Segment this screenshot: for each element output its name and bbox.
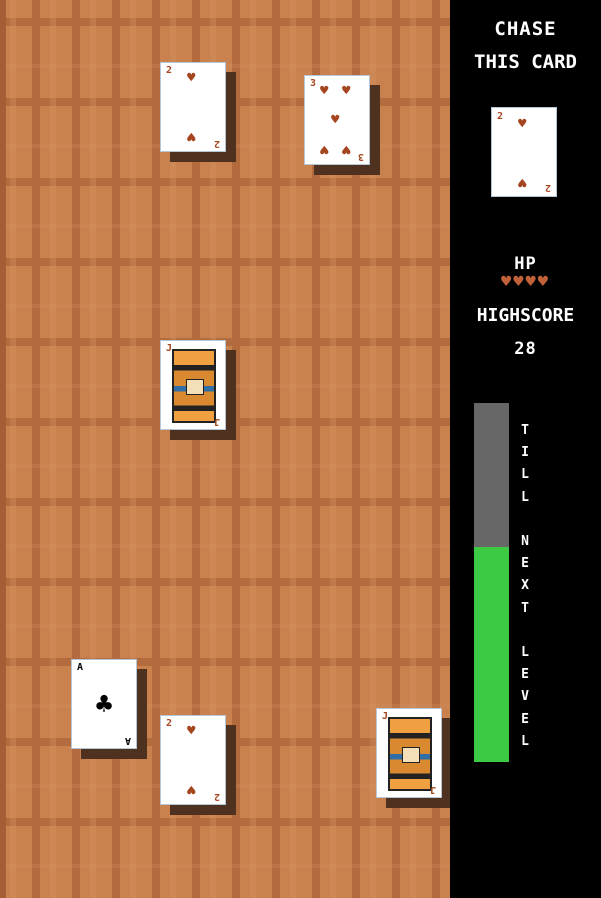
side-panel: CHASE THIS CARD 2 ♥ ♥ 2 HP ♥♥♥♥ HIGHSCOR… xyxy=(450,0,601,898)
level-label-letter: T xyxy=(521,600,529,616)
card-face: 3 ♥ ♥ ♥ ♥ ♥ 3 xyxy=(304,75,370,165)
card-rank: 2 xyxy=(166,718,173,729)
hp-heart-icon: ♥ xyxy=(501,272,514,292)
level-label-letter: X xyxy=(521,578,529,594)
playing-card-3-hearts[interactable]: 3 ♥ ♥ ♥ ♥ ♥ 3 xyxy=(304,75,370,165)
level-progress-bar xyxy=(474,403,509,762)
game-screen: 2 ♥ ♥ 2 3 ♥ ♥ ♥ ♥ ♥ 3 J J A ♣ A 2 ♥ ♥ 2 … xyxy=(0,0,601,898)
level-label-letter: I xyxy=(521,445,529,461)
heart-icon: ♥ xyxy=(518,174,527,190)
heart-icon: ♥ xyxy=(518,116,527,132)
level-label-letter: L xyxy=(521,467,529,483)
card-rank: 2 xyxy=(544,182,551,193)
card-face: J J xyxy=(376,708,442,798)
level-label-letter: L xyxy=(521,645,529,661)
level-label-letter: E xyxy=(521,556,529,572)
playing-card-jack[interactable]: J J xyxy=(376,708,442,798)
card-rank: 2 xyxy=(213,791,220,802)
card-rank: 3 xyxy=(357,151,364,162)
till-next-level-label: TILL NEXT LEVEL xyxy=(518,420,532,753)
heart-icon: ♥ xyxy=(331,112,340,128)
jack-portrait-icon xyxy=(388,717,432,791)
card-rank: 2 xyxy=(497,111,504,122)
heart-icon: ♥ xyxy=(320,83,329,99)
target-card: 2 ♥ ♥ 2 xyxy=(491,107,557,197)
highscore-label: HIGHSCORE xyxy=(476,305,575,326)
playing-card-jack[interactable]: J J xyxy=(160,340,226,430)
heart-icon: ♥ xyxy=(342,83,351,99)
level-label-letter: N xyxy=(521,534,529,550)
card-rank: J xyxy=(382,711,389,722)
card-rank: J xyxy=(429,784,436,795)
level-progress-fill xyxy=(474,546,509,762)
jack-portrait-icon xyxy=(172,349,216,423)
level-label-letter: V xyxy=(521,689,529,705)
card-rank: J xyxy=(213,416,220,427)
hp-hearts: ♥♥♥♥ xyxy=(450,272,601,292)
chase-title: CHASE xyxy=(494,18,557,40)
card-face: J J xyxy=(160,340,226,430)
card-face: 2 ♥ ♥ 2 xyxy=(491,107,557,197)
playing-card-ace-clubs[interactable]: A ♣ A xyxy=(71,659,137,749)
hp-heart-icon: ♥ xyxy=(513,272,526,292)
playing-card-2-hearts[interactable]: 2 ♥ ♥ 2 xyxy=(160,715,226,805)
level-label-letter xyxy=(518,509,532,531)
card-rank: J xyxy=(166,343,173,354)
card-rank: A xyxy=(77,662,84,673)
game-table[interactable]: 2 ♥ ♥ 2 3 ♥ ♥ ♥ ♥ ♥ 3 J J A ♣ A 2 ♥ ♥ 2 … xyxy=(0,0,450,898)
club-icon: ♣ xyxy=(95,687,113,721)
hp-label: HP xyxy=(514,254,537,274)
card-rank: A xyxy=(124,735,131,746)
hp-heart-icon: ♥ xyxy=(537,272,550,292)
heart-icon: ♥ xyxy=(187,781,196,797)
card-rank: 3 xyxy=(310,78,317,89)
chase-title-line2: THIS CARD xyxy=(474,51,577,73)
level-label-letter: E xyxy=(521,667,529,683)
level-label-letter xyxy=(518,620,532,642)
heart-icon: ♥ xyxy=(187,723,196,739)
card-face: 2 ♥ ♥ 2 xyxy=(160,62,226,152)
heart-icon: ♥ xyxy=(342,141,351,157)
level-label-letter: L xyxy=(521,489,529,505)
level-label-letter: E xyxy=(521,711,529,727)
playing-card-2-hearts[interactable]: 2 ♥ ♥ 2 xyxy=(160,62,226,152)
heart-icon: ♥ xyxy=(187,70,196,86)
level-label-letter: T xyxy=(521,423,529,438)
card-rank: 2 xyxy=(213,138,220,149)
card-rank: 2 xyxy=(166,65,173,76)
heart-icon: ♥ xyxy=(320,141,329,157)
card-face: 2 ♥ ♥ 2 xyxy=(160,715,226,805)
level-label-letter: L xyxy=(521,733,529,749)
card-face: A ♣ A xyxy=(71,659,137,749)
heart-icon: ♥ xyxy=(187,128,196,144)
hp-heart-icon: ♥ xyxy=(525,272,538,292)
highscore-value: 28 xyxy=(514,339,537,359)
